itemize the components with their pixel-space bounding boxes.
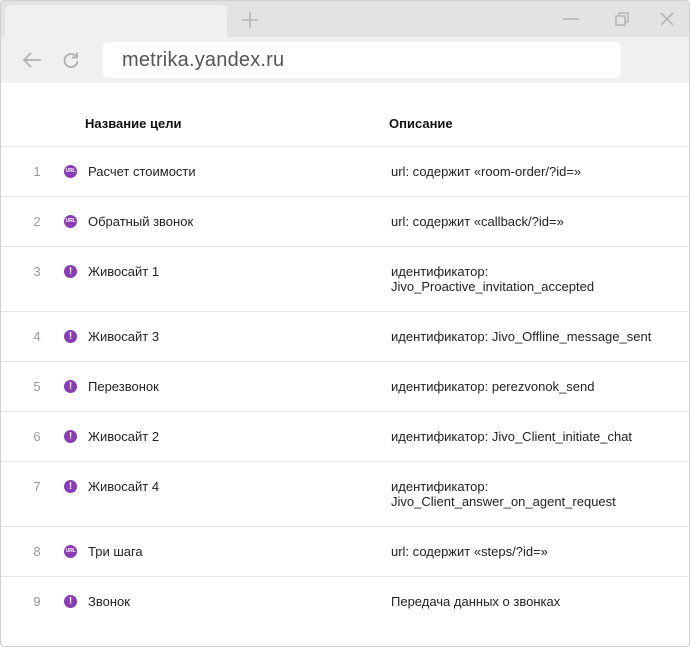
- goal-description: идентификатор: Jivo_Client_answer_on_age…: [391, 479, 681, 509]
- row-number: 5: [33, 379, 41, 394]
- row-number: 7: [33, 479, 41, 494]
- description-line: идентификатор: Jivo_Offline_message_sent: [391, 329, 652, 344]
- goal-description: Передача данных о звонках: [391, 594, 681, 609]
- goal-name: Живосайт 1: [88, 264, 160, 279]
- exclamation-icon: !: [64, 480, 77, 493]
- description-line: идентификатор: perezvonok_send: [391, 379, 595, 394]
- goal-name: Живосайт 3: [88, 329, 160, 344]
- goal-name: Обратный звонок: [88, 214, 194, 229]
- back-button[interactable]: [18, 46, 46, 74]
- minimize-icon: [563, 18, 579, 20]
- goal-description: url: содержит «steps/?id=»: [391, 544, 681, 559]
- table-row: 8 URL Три шага url: содержит «steps/?id=…: [1, 527, 689, 577]
- row-number: 8: [33, 544, 41, 559]
- goal-description: идентификатор: Jivo_Offline_message_sent: [391, 329, 681, 344]
- browser-window: metrika.yandex.ru Название цели Описание…: [0, 0, 690, 647]
- goal-name: Звонок: [88, 594, 130, 609]
- reload-icon: [63, 52, 79, 68]
- new-tab-button[interactable]: [237, 7, 263, 33]
- row-number: 1: [33, 164, 41, 179]
- tab-strip: [1, 1, 689, 37]
- exclamation-icon: !: [64, 330, 77, 343]
- goal-description: url: содержит «room-order/?id=»: [391, 164, 681, 179]
- minimize-button[interactable]: [558, 7, 584, 31]
- goal-name: Перезвонок: [88, 379, 159, 394]
- table-row: 6 ! Живосайт 2 идентификатор: Jivo_Clien…: [1, 412, 689, 462]
- goal-name: Расчет стоимости: [88, 164, 196, 179]
- goals-table: Название цели Описание 1 URL Расчет стои…: [1, 83, 689, 627]
- row-number: 2: [33, 214, 41, 229]
- goal-description: идентификатор: Jivo_Proactive_invitation…: [391, 264, 681, 294]
- restore-button[interactable]: [609, 7, 635, 31]
- row-number: 6: [33, 429, 41, 444]
- table-row: 5 ! Перезвонок идентификатор: perezvonok…: [1, 362, 689, 412]
- browser-tab[interactable]: [5, 5, 227, 37]
- goal-description: идентификатор: perezvonok_send: [391, 379, 681, 394]
- goal-name: Живосайт 2: [88, 429, 160, 444]
- close-icon: [660, 12, 674, 26]
- address-text: metrika.yandex.ru: [122, 48, 285, 71]
- description-line: идентификатор: Jivo_Client_initiate_chat: [391, 429, 633, 444]
- table-row: 4 ! Живосайт 3 идентификатор: Jivo_Offli…: [1, 312, 689, 362]
- goal-name: Живосайт 4: [88, 479, 160, 494]
- description-line: url: содержит «callback/?id=»: [391, 214, 564, 229]
- table-header: Название цели Описание: [1, 83, 689, 147]
- row-number: 3: [33, 264, 41, 279]
- address-bar[interactable]: metrika.yandex.ru: [103, 42, 621, 78]
- exclamation-icon: !: [64, 380, 77, 393]
- table-row: 3 ! Живосайт 1 идентификатор: Jivo_Proac…: [1, 247, 689, 312]
- goal-description: идентификатор: Jivo_Client_initiate_chat: [391, 429, 681, 444]
- description-line: url: содержит «room-order/?id=»: [391, 164, 582, 179]
- goal-description: url: содержит «callback/?id=»: [391, 214, 681, 229]
- description-line: идентификатор:: [391, 264, 489, 279]
- exclamation-icon: !: [64, 430, 77, 443]
- description-line: Передача данных о звонках: [391, 594, 561, 609]
- table-row: 9 ! Звонок Передача данных о звонках: [1, 577, 689, 627]
- close-button[interactable]: [654, 7, 680, 31]
- table-row: 2 URL Обратный звонок url: содержит «cal…: [1, 197, 689, 247]
- arrow-left-icon: [22, 52, 41, 68]
- description-line: идентификатор:: [391, 479, 489, 494]
- reload-button[interactable]: [57, 46, 85, 74]
- restore-icon: [615, 12, 629, 26]
- column-header-name: Название цели: [85, 116, 182, 131]
- table-row: 7 ! Живосайт 4 идентификатор: Jivo_Clien…: [1, 462, 689, 527]
- exclamation-icon: !: [64, 265, 77, 278]
- description-line: Jivo_Proactive_invitation_accepted: [391, 279, 595, 294]
- table-row: 1 URL Расчет стоимости url: содержит «ro…: [1, 147, 689, 197]
- url-icon: URL: [64, 545, 77, 558]
- url-icon: URL: [64, 165, 77, 178]
- browser-toolbar: metrika.yandex.ru: [1, 37, 689, 83]
- goal-name: Три шага: [88, 544, 143, 559]
- plus-icon: [242, 12, 258, 28]
- description-line: Jivo_Client_answer_on_agent_request: [391, 494, 616, 509]
- row-number: 4: [33, 329, 41, 344]
- exclamation-icon: !: [64, 595, 77, 608]
- description-line: url: содержит «steps/?id=»: [391, 544, 548, 559]
- row-number: 9: [33, 594, 41, 609]
- column-header-description: Описание: [389, 116, 453, 131]
- url-icon: URL: [64, 215, 77, 228]
